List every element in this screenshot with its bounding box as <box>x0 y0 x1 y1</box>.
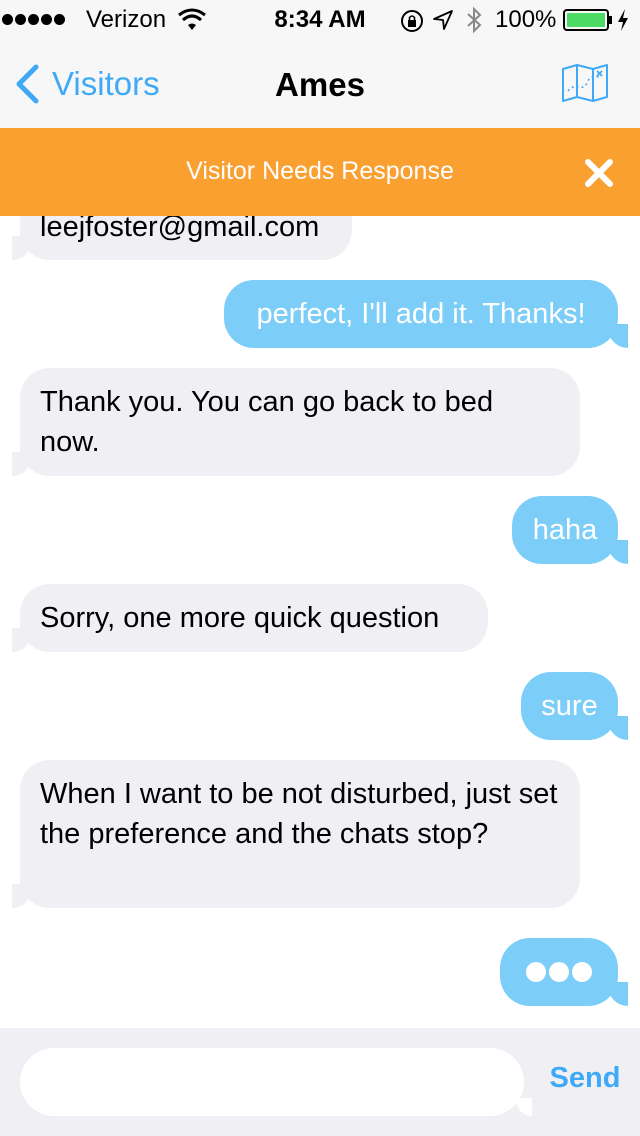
message-bubble-outgoing: perfect, I'll add it. Thanks! <box>224 280 618 348</box>
send-button[interactable]: Send <box>540 1062 630 1102</box>
message-bubble-incoming: When I want to be not disturbed, just se… <box>20 760 580 908</box>
typing-dot <box>526 962 546 982</box>
typing-dot <box>572 962 592 982</box>
compose-bar: Send <box>0 1028 640 1136</box>
bluetooth-icon <box>467 6 482 34</box>
message-bubble-incoming: Thank you. You can go back to bed now. <box>20 368 580 476</box>
message-bubble-incoming: leejfoster@gmail.com <box>20 216 352 260</box>
bubble-tail <box>608 324 628 348</box>
message-input[interactable] <box>20 1048 524 1116</box>
battery-percentage: 100% <box>495 6 557 33</box>
battery-icon <box>563 9 612 31</box>
chat-screen: Verizon 8:34 AM 100% Visitors Ames Visit… <box>0 0 640 1136</box>
bubble-tail <box>12 628 32 652</box>
back-button[interactable]: Visitors <box>14 60 160 108</box>
typing-dot <box>549 962 569 982</box>
bubble-tail <box>608 982 628 1006</box>
map-icon[interactable] <box>561 63 609 103</box>
bubble-tail <box>608 716 628 740</box>
bubble-tail <box>12 452 32 476</box>
input-tail <box>516 1098 532 1116</box>
rotation-lock-icon <box>401 10 423 32</box>
location-arrow-icon <box>433 10 453 30</box>
back-button-label: Visitors <box>52 65 160 102</box>
bubble-tail <box>608 540 628 564</box>
message-bubble-incoming: Sorry, one more quick question <box>20 584 488 652</box>
status-bar: Verizon 8:34 AM 100% <box>0 0 640 40</box>
chevron-left-icon <box>16 64 39 104</box>
bubble-tail <box>12 236 32 260</box>
typing-indicator <box>500 938 618 1006</box>
bubble-tail <box>12 884 32 908</box>
charging-bolt-icon <box>618 9 628 31</box>
message-list: leejfoster@gmail.com perfect, I'll add i… <box>0 216 640 1028</box>
message-bubble-outgoing: sure <box>521 672 618 740</box>
alert-banner: Visitor Needs Response <box>0 128 640 216</box>
alert-message: Visitor Needs Response <box>186 157 454 185</box>
close-icon[interactable] <box>583 157 615 189</box>
navigation-bar: Visitors Ames <box>0 40 640 128</box>
message-bubble-outgoing: haha <box>512 496 618 564</box>
